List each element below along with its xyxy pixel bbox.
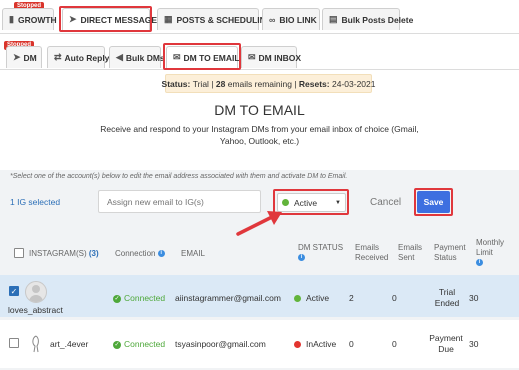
save-button[interactable]: Save: [417, 191, 450, 213]
inactive-dot-icon: [294, 341, 301, 349]
header-emails-sent: Emails Sent: [398, 243, 423, 262]
payment-status: Trial Ended: [434, 287, 460, 308]
bar-chart-icon: ▮: [9, 14, 14, 24]
info-icon[interactable]: i: [476, 259, 483, 267]
header-payment-status: Payment Status: [434, 243, 466, 262]
emails-received: 0: [349, 339, 354, 349]
tab-direct-messages[interactable]: ➤ DIRECT MESSAGES: [62, 8, 163, 30]
link-icon: ∞: [269, 14, 276, 25]
status-badge: Status: Trial | 28 emails remaining | Re…: [162, 74, 375, 93]
tab-posts-scheduling[interactable]: ▦ POSTS & SCHEDULING: [157, 8, 272, 30]
username: loves_abstract: [8, 305, 63, 315]
payment-status: Payment Due: [429, 333, 463, 354]
status-dropdown[interactable]: Active ▼: [277, 193, 346, 212]
header-emails-received: Emails Received: [355, 243, 389, 262]
email-value: tsyasinpoor@gmail.com: [175, 339, 266, 349]
divider: [0, 69, 519, 70]
row-checkbox[interactable]: ✓: [9, 286, 19, 296]
select-all-checkbox[interactable]: [14, 248, 24, 258]
envelope-icon: ✉: [248, 52, 256, 62]
monthly-limit: 30: [469, 293, 479, 303]
document-icon: ▤: [329, 14, 338, 24]
selected-count: 1 IG selected: [10, 197, 61, 207]
subtab-dm-to-email[interactable]: ✉ DM TO EMAIL: [166, 46, 240, 68]
instruction-hint: *Select one of the account(s) below to e…: [10, 173, 348, 180]
subtab-auto-reply[interactable]: ⇄ Auto Reply: [47, 46, 109, 68]
active-dot-icon: [294, 295, 301, 303]
header-email: EMAIL: [181, 249, 206, 258]
subtab-dm[interactable]: ➤ DM: [6, 46, 42, 68]
page-description: Receive and respond to your Instagram DM…: [100, 124, 419, 146]
header-instagram: INSTAGRAM(S) (3): [29, 249, 99, 258]
caret-down-icon: ▼: [335, 199, 341, 206]
pointer-arrow-icon: [236, 211, 282, 236]
tab-growth[interactable]: ▮ GROWTH: [2, 8, 57, 30]
email-value: aiinstagrammer@gmail.com: [175, 293, 281, 303]
username: art_.4ever: [50, 339, 89, 349]
connection-status: ✓ Connected: [113, 339, 166, 349]
header-dm-status: DM STATUS i: [298, 243, 344, 262]
info-icon[interactable]: i: [157, 250, 165, 258]
avatar: [32, 335, 39, 353]
calendar-icon: ▦: [164, 14, 173, 24]
dm-status: InActive: [294, 339, 336, 349]
emails-sent: 0: [392, 293, 397, 303]
check-circle-icon: ✓: [113, 340, 121, 349]
reply-icon: ⇄: [54, 52, 62, 62]
header-monthly-limit: Monthly Limit i: [476, 238, 505, 267]
avatar: [25, 281, 47, 303]
tab-bulk-posts-delete[interactable]: ▤ Bulk Posts Delete: [322, 8, 413, 30]
info-icon[interactable]: i: [298, 254, 305, 262]
subtab-bulk-dms[interactable]: ◀ Bulk DMs: [109, 46, 165, 68]
check-circle-icon: ✓: [113, 294, 121, 303]
send-icon: ➤: [69, 14, 77, 24]
active-dot-icon: [282, 199, 289, 206]
top-nav: Stopped ▮ GROWTH ➤ DIRECT MESSAGES ▦ POS…: [0, 0, 519, 34]
send-icon: ➤: [13, 52, 21, 62]
monthly-limit: 30: [469, 339, 479, 349]
sub-nav: Stopped ➤ DM ⇄ Auto Reply ◀ Bulk DMs ✉ D…: [0, 34, 519, 70]
dm-status: Active: [294, 293, 329, 303]
emails-sent: 0: [392, 339, 397, 349]
megaphone-icon: ◀: [116, 52, 123, 62]
header-connection: Connection i: [115, 249, 165, 259]
cancel-button[interactable]: Cancel: [370, 197, 401, 208]
row-checkbox[interactable]: [9, 338, 19, 348]
email-doc-icon: ✉: [173, 52, 181, 62]
connection-status: ✓ Connected: [113, 293, 166, 303]
tab-bio-link[interactable]: ∞ BIO LINK: [262, 8, 320, 30]
page-title: DM TO EMAIL: [214, 102, 305, 118]
subtab-dm-inbox[interactable]: ✉ DM INBOX: [241, 46, 301, 68]
emails-received: 2: [349, 293, 354, 303]
